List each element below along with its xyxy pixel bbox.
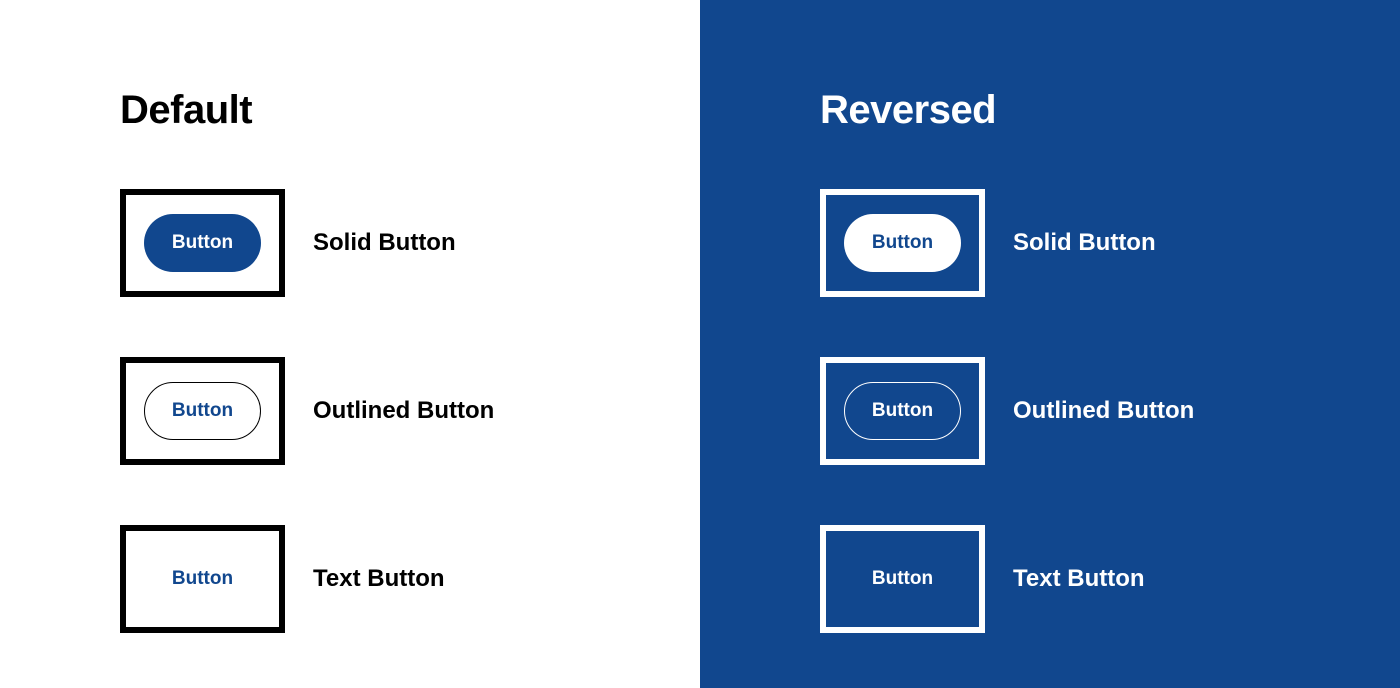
row-text-reversed: Button Text Button	[820, 525, 1400, 633]
text-button-reversed[interactable]: Button	[844, 550, 961, 608]
frame-solid-default: Button	[120, 189, 285, 297]
frame-outlined-default: Button	[120, 357, 285, 465]
outlined-button-default[interactable]: Button	[144, 382, 261, 440]
row-outlined-reversed: Button Outlined Button	[820, 357, 1400, 465]
row-outlined-default: Button Outlined Button	[120, 357, 700, 465]
panel-default: Default Button Solid Button Button Outli…	[0, 0, 700, 688]
solid-button-default[interactable]: Button	[144, 214, 261, 272]
row-solid-reversed: Button Solid Button	[820, 189, 1400, 297]
text-button-default[interactable]: Button	[144, 550, 261, 608]
row-text-default: Button Text Button	[120, 525, 700, 633]
label-text-default: Text Button	[313, 565, 445, 593]
frame-solid-reversed: Button	[820, 189, 985, 297]
row-solid-default: Button Solid Button	[120, 189, 700, 297]
panel-reversed: Reversed Button Solid Button Button Outl…	[700, 0, 1400, 688]
label-outlined-default: Outlined Button	[313, 397, 494, 425]
button-styles-diagram: Default Button Solid Button Button Outli…	[0, 0, 1400, 688]
label-outlined-reversed: Outlined Button	[1013, 397, 1194, 425]
panel-default-title: Default	[120, 88, 700, 133]
frame-text-default: Button	[120, 525, 285, 633]
solid-button-reversed[interactable]: Button	[844, 214, 961, 272]
label-solid-reversed: Solid Button	[1013, 229, 1156, 257]
frame-text-reversed: Button	[820, 525, 985, 633]
label-text-reversed: Text Button	[1013, 565, 1145, 593]
panel-reversed-title: Reversed	[820, 88, 1400, 133]
label-solid-default: Solid Button	[313, 229, 456, 257]
frame-outlined-reversed: Button	[820, 357, 985, 465]
outlined-button-reversed[interactable]: Button	[844, 382, 961, 440]
